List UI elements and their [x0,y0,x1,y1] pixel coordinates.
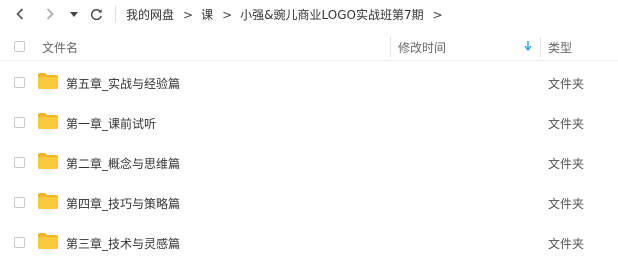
column-header-modified[interactable]: 修改时间 [398,39,446,56]
row-checkbox[interactable] [14,237,25,248]
file-type: 文件夹 [548,117,585,131]
breadcrumb-item-course[interactable]: 课 [201,6,213,23]
caret-down-icon [70,11,78,17]
breadcrumb-item-root[interactable]: 我的网盘 [126,6,174,23]
back-button[interactable] [10,4,30,24]
file-row[interactable]: 第二章_概念与思维篇 文件夹 [0,144,618,180]
folder-icon [38,73,58,89]
file-name[interactable]: 第一章_课前试听 [66,115,156,132]
chevron-left-icon [16,8,24,20]
folder-icon [38,233,58,249]
column-divider[interactable] [390,37,391,57]
forward-button[interactable] [40,4,60,24]
refresh-icon [90,8,102,20]
breadcrumb-chevron-icon: > [183,7,194,22]
folder-icon [38,153,58,169]
sort-descending-icon[interactable] [524,41,532,51]
folder-icon [38,193,58,209]
history-dropdown-button[interactable] [68,4,80,24]
file-type: 文件夹 [548,237,585,251]
select-all-checkbox[interactable] [14,41,25,52]
nav-divider [115,6,116,22]
file-list-header: 文件名 修改时间 类型 [0,32,618,61]
row-checkbox[interactable] [14,117,25,128]
file-row[interactable]: 第一章_课前试听 文件夹 [0,104,618,140]
folder-icon [38,113,58,129]
file-name[interactable]: 第二章_概念与思维篇 [66,155,180,172]
breadcrumb-item-current[interactable]: 小强&豌儿商业LOGO实战班第7期 [240,6,423,23]
row-checkbox[interactable] [14,197,25,208]
file-row[interactable]: 第三章_技术与灵感篇 文件夹 [0,224,618,260]
file-name[interactable]: 第五章_实战与经验篇 [66,75,180,92]
breadcrumb-chevron-icon[interactable]: > [433,8,443,22]
navigation-bar: 我的网盘 > 课 > 小强&豌儿商业LOGO实战班第7期 > [0,0,618,28]
refresh-button[interactable] [86,4,106,24]
breadcrumb-chevron-icon: > [222,7,233,22]
file-type: 文件夹 [548,157,585,171]
chevron-right-icon [46,8,54,20]
file-row[interactable]: 第五章_实战与经验篇 文件夹 [0,64,618,100]
breadcrumb: 我的网盘 > 课 > 小强&豌儿商业LOGO实战班第7期 > [126,6,451,23]
file-name[interactable]: 第三章_技术与灵感篇 [66,235,180,252]
file-name[interactable]: 第四章_技巧与策略篇 [66,195,180,212]
file-row[interactable]: 第四章_技巧与策略篇 文件夹 [0,184,618,220]
file-type: 文件夹 [548,77,585,91]
column-header-name[interactable]: 文件名 [42,39,78,56]
row-checkbox[interactable] [14,157,25,168]
column-divider[interactable] [540,37,541,57]
row-checkbox[interactable] [14,77,25,88]
column-header-type[interactable]: 类型 [548,39,572,56]
file-type: 文件夹 [548,197,585,211]
